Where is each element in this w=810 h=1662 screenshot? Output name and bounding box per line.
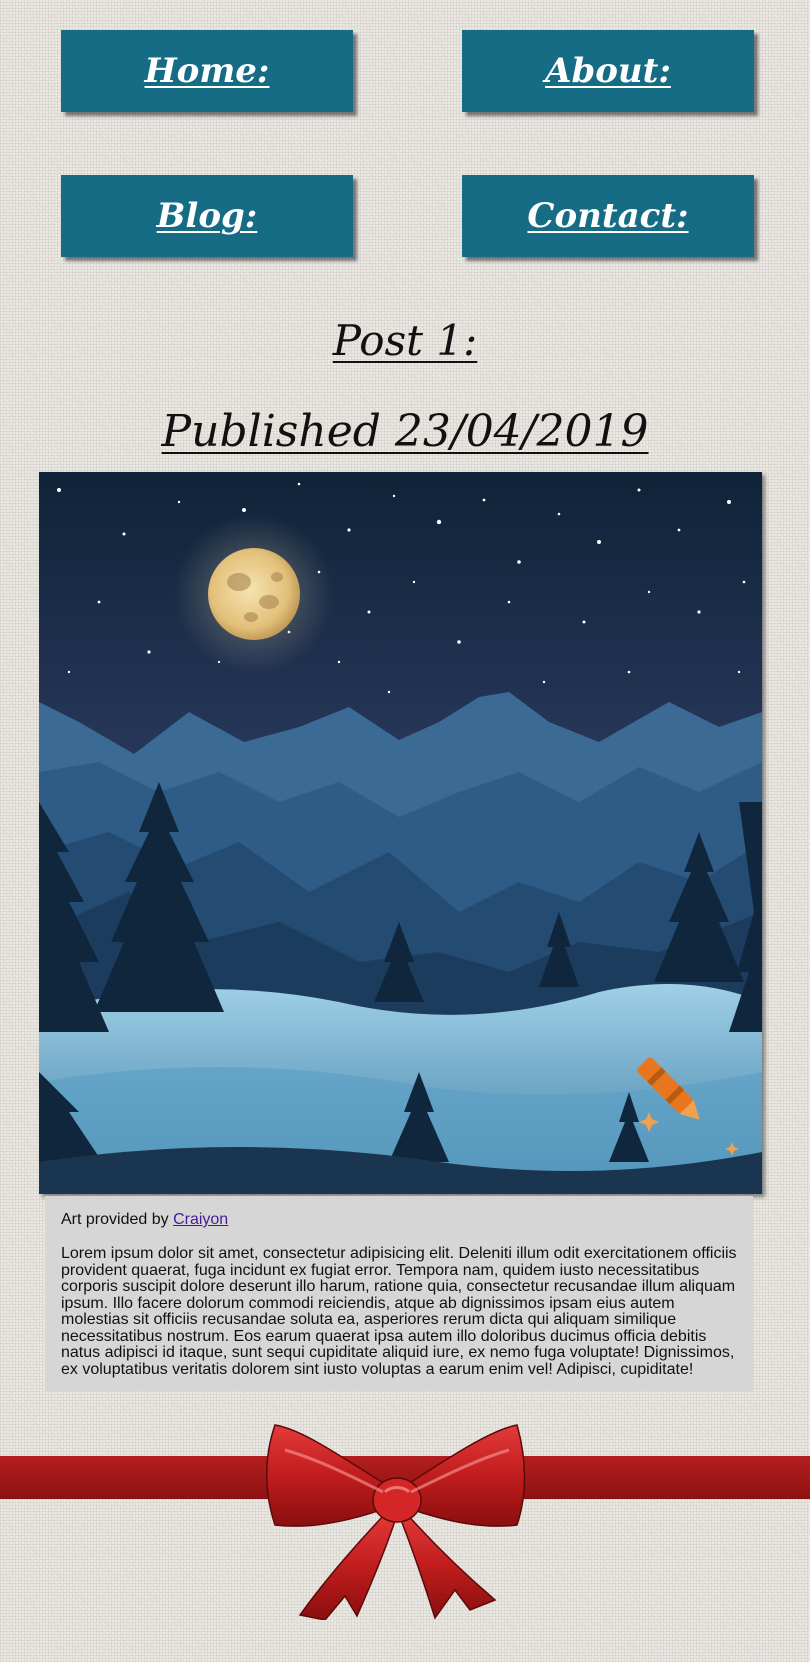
post-image <box>39 472 762 1194</box>
nav-about-label: About: <box>545 51 671 91</box>
nav-blog-label: Blog: <box>156 196 258 236</box>
nav-home-button[interactable]: Home: <box>61 30 353 112</box>
post-title: Post 1: <box>332 316 478 365</box>
nav-blog-button[interactable]: Blog: <box>61 175 353 257</box>
art-credit: Art provided by Craiyon <box>61 1210 737 1229</box>
post-text: Lorem ipsum dolor sit amet, consectetur … <box>61 1245 737 1378</box>
craiyon-link[interactable]: Craiyon <box>173 1211 228 1228</box>
nav-contact-button[interactable]: Contact: <box>462 175 754 257</box>
nav-contact-label: Contact: <box>527 196 689 236</box>
credit-prefix: Art provided by <box>61 1211 169 1228</box>
post-body: Art provided by Craiyon Lorem ipsum dolo… <box>45 1196 753 1391</box>
red-bow-icon <box>266 1424 526 1620</box>
nav-home-label: Home: <box>144 51 270 91</box>
post-date: Published 23/04/2019 <box>161 406 649 457</box>
nav-about-button[interactable]: About: <box>462 30 754 112</box>
